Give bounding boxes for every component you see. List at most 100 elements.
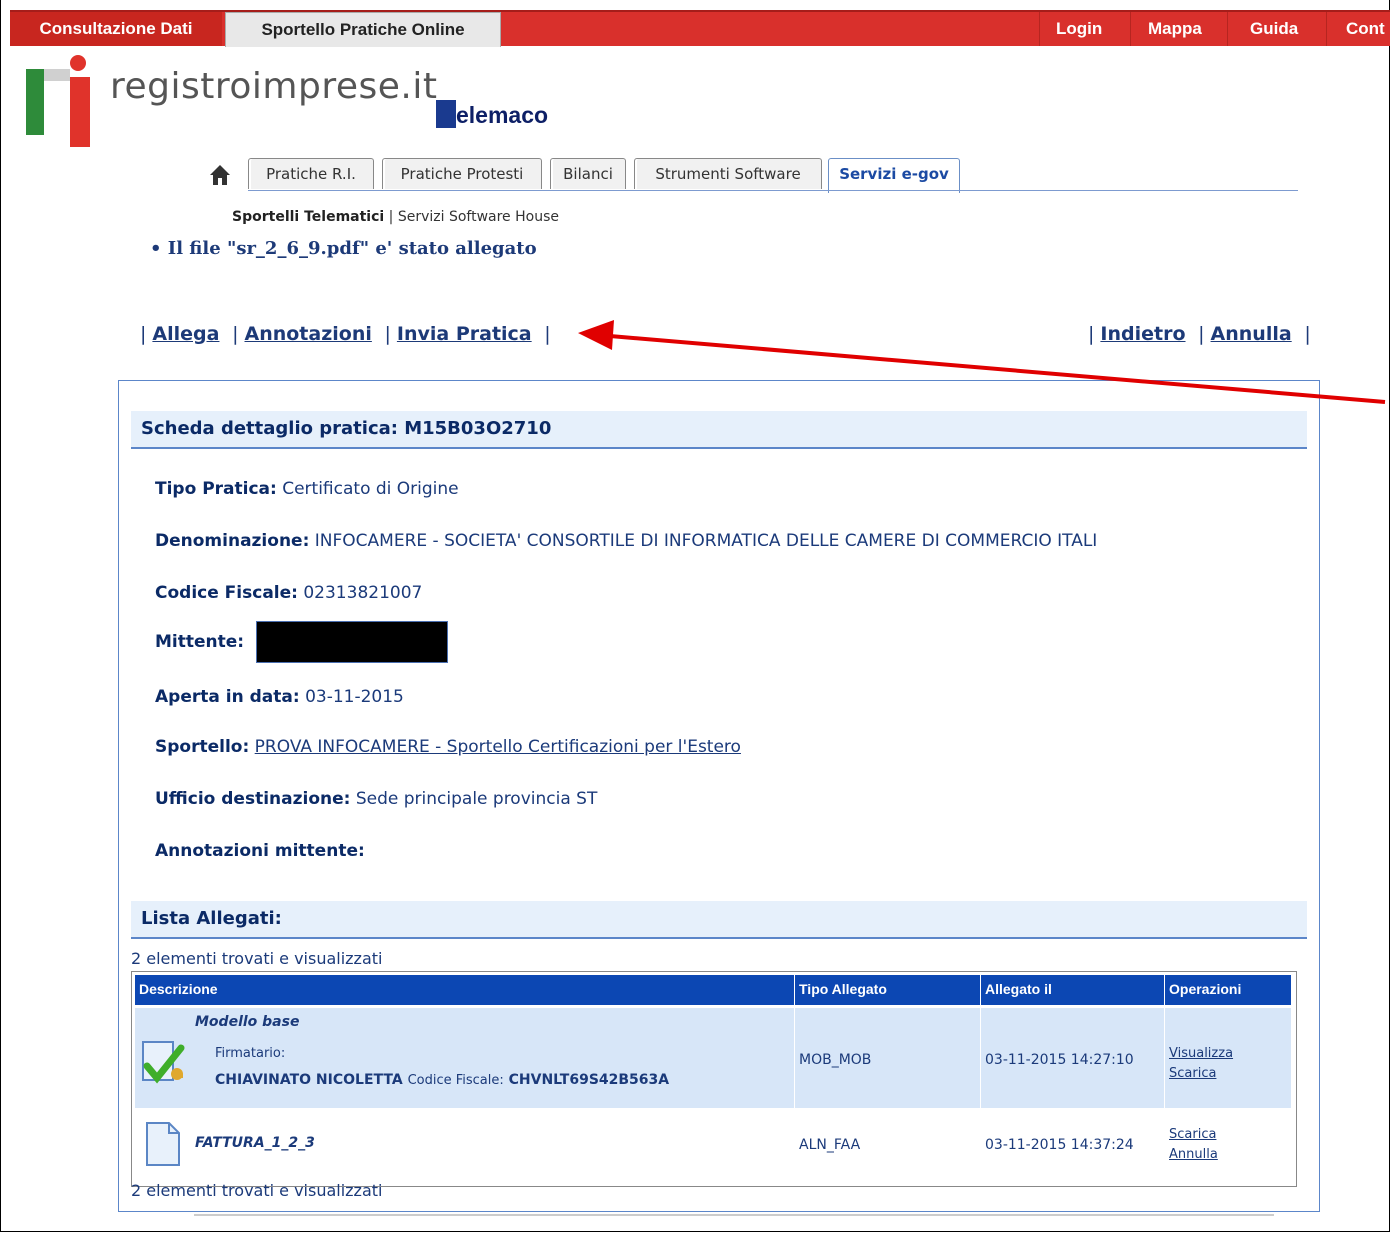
scarica-link[interactable]: Scarica [1169, 1066, 1216, 1081]
tab-sportello-pratiche-online[interactable]: Sportello Pratiche Online [225, 12, 501, 47]
pipe-separator: | [1198, 323, 1205, 345]
operazioni: Visualizza Scarica [1169, 1044, 1233, 1084]
value: 03-11-2015 [305, 687, 404, 707]
found-count-bottom: 2 elementi trovati e visualizzati [131, 1181, 383, 1200]
action-links-left: | Allega | Annotazioni | Invia Pratica | [134, 323, 557, 345]
invia-pratica-link[interactable]: Invia Pratica [397, 323, 532, 345]
label: Sportello: [155, 737, 250, 757]
visualizza-link[interactable]: Visualizza [1169, 1046, 1233, 1061]
registroimprese-logo-icon [26, 55, 90, 147]
label: Codice Fiscale: [155, 583, 298, 603]
redacted-block [256, 621, 449, 663]
found-count-top: 2 elementi trovati e visualizzati [131, 949, 383, 968]
pipe-separator: | [384, 323, 391, 345]
sportello-link[interactable]: PROVA INFOCAMERE - Sportello Certificazi… [255, 737, 741, 757]
annulla-allegato-link[interactable]: Annulla [1169, 1147, 1218, 1162]
pipe-separator: | [232, 323, 239, 345]
label: Denominazione: [155, 531, 310, 551]
menu-separator [1227, 12, 1228, 46]
allega-link[interactable]: Allega [152, 323, 219, 345]
contatti-link[interactable]: Cont [1346, 12, 1385, 46]
lista-allegati-title: Lista Allegati: [141, 908, 282, 929]
field-aperta-in-data: Aperta in data: 03-11-2015 [155, 687, 404, 707]
tab-bilanci[interactable]: Bilanci [550, 158, 626, 189]
detail-header: Scheda dettaglio pratica: M15B03O2710 [131, 411, 1307, 449]
cf-label: Codice Fiscale: [407, 1073, 504, 1088]
value: INFOCAMERE - SOCIETA' CONSORTILE DI INFO… [314, 531, 1098, 551]
firmatario-label: Firmatario: [215, 1046, 286, 1061]
lista-allegati-header: Lista Allegati: [131, 901, 1307, 939]
col-operazioni: Operazioni [1169, 981, 1242, 997]
mappa-link[interactable]: Mappa [1148, 12, 1202, 46]
column-divider [794, 975, 795, 1179]
action-links-right: | Indietro | Annulla | [1082, 323, 1317, 345]
field-codice-fiscale: Codice Fiscale: 02313821007 [155, 583, 422, 603]
document-icon [146, 1122, 180, 1166]
column-divider [980, 975, 981, 1179]
table-row: Modello base Firmatario: CHIAVINATO NICO… [135, 1008, 1291, 1108]
table-row: FATTURA_1_2_3 ALN_FAA 03-11-2015 14:37:2… [135, 1111, 1291, 1179]
info-message: • Il file "sr_2_6_9.pdf" e' stato allega… [150, 238, 537, 259]
detail-title: Scheda dettaglio pratica: M15B03O2710 [141, 418, 552, 439]
indietro-link[interactable]: Indietro [1100, 323, 1185, 345]
scarica-link[interactable]: Scarica [1169, 1127, 1216, 1142]
annotazioni-link[interactable]: Annotazioni [244, 323, 371, 345]
nav-divider [248, 190, 1298, 191]
field-mittente: Mittente: [155, 621, 449, 663]
guida-link[interactable]: Guida [1250, 12, 1298, 46]
subnav: Sportelli Telematici | Servizi Software … [232, 209, 559, 225]
allegato-data: 03-11-2015 14:37:24 [985, 1137, 1134, 1153]
col-descrizione: Descrizione [139, 981, 218, 997]
home-icon[interactable] [208, 163, 232, 187]
value: Sede principale provincia ST [355, 789, 598, 809]
pipe-separator: | [1304, 323, 1311, 345]
operazioni: Scarica Annulla [1169, 1125, 1218, 1165]
column-divider [1164, 975, 1165, 1179]
firmatario-name: CHIAVINATO NICOLETTA [215, 1072, 403, 1088]
label: Aperta in data: [155, 687, 300, 707]
subnav-separator: | [388, 209, 394, 225]
signed-document-icon [142, 1041, 185, 1084]
label: Tipo Pratica: [155, 479, 277, 499]
menu-separator [1326, 12, 1327, 46]
login-link[interactable]: Login [1056, 12, 1102, 46]
allegato-name: Modello base [195, 1014, 300, 1030]
tab-pratiche-protesti[interactable]: Pratiche Protesti [382, 158, 542, 189]
subnav-servizi-software-house[interactable]: Servizi Software House [398, 209, 559, 225]
field-ufficio-destinazione: Ufficio destinazione: Sede principale pr… [155, 789, 597, 809]
annulla-link[interactable]: Annulla [1211, 323, 1292, 345]
tipo-allegato: ALN_FAA [799, 1137, 861, 1153]
allegati-table: Descrizione Tipo Allegato Allegato il Op… [131, 971, 1297, 1187]
top-menu-bar: Consultazione Dati Sportello Pratiche On… [10, 10, 1390, 47]
value: Certificato di Origine [282, 479, 459, 499]
tab-consultazione-dati[interactable]: Consultazione Dati [10, 12, 222, 46]
bottom-divider [194, 1214, 1274, 1216]
col-allegato-il: Allegato il [985, 981, 1052, 997]
tab-strumenti-software[interactable]: Strumenti Software [634, 158, 822, 189]
field-annotazioni-mittente: Annotazioni mittente: [155, 841, 365, 861]
firmatario-info: CHIAVINATO NICOLETTA Codice Fiscale: CHV… [215, 1072, 669, 1088]
detail-panel: Scheda dettaglio pratica: M15B03O2710 Ti… [118, 380, 1320, 1212]
telemaco-logo-icon [436, 100, 456, 128]
cf-value: CHVNLT69S42B563A [508, 1072, 670, 1088]
pipe-separator: | [544, 323, 551, 345]
allegato-name: FATTURA_1_2_3 [195, 1135, 315, 1151]
field-denominazione: Denominazione: INFOCAMERE - SOCIETA' CON… [155, 531, 1097, 551]
telemaco-logo-text: elemaco [456, 102, 549, 128]
tab-servizi-egov[interactable]: Servizi e-gov [828, 158, 960, 193]
label: Annotazioni mittente: [155, 841, 365, 861]
col-tipo-allegato: Tipo Allegato [799, 981, 887, 997]
menu-separator [1130, 12, 1131, 46]
registroimprese-logo-text: registroimprese.it [110, 66, 438, 107]
field-sportello: Sportello: PROVA INFOCAMERE - Sportello … [155, 737, 741, 757]
menu-separator [1039, 12, 1040, 46]
label: Mittente: [155, 632, 245, 652]
subnav-sportelli-telematici[interactable]: Sportelli Telematici [232, 209, 384, 225]
tab-pratiche-ri[interactable]: Pratiche R.I. [248, 158, 374, 189]
label: Ufficio destinazione: [155, 789, 351, 809]
field-tipo-pratica: Tipo Pratica: Certificato di Origine [155, 479, 459, 499]
pipe-separator: | [1088, 323, 1095, 345]
value: 02313821007 [303, 583, 423, 603]
allegato-data: 03-11-2015 14:27:10 [985, 1052, 1134, 1068]
tipo-allegato: MOB_MOB [799, 1052, 872, 1068]
